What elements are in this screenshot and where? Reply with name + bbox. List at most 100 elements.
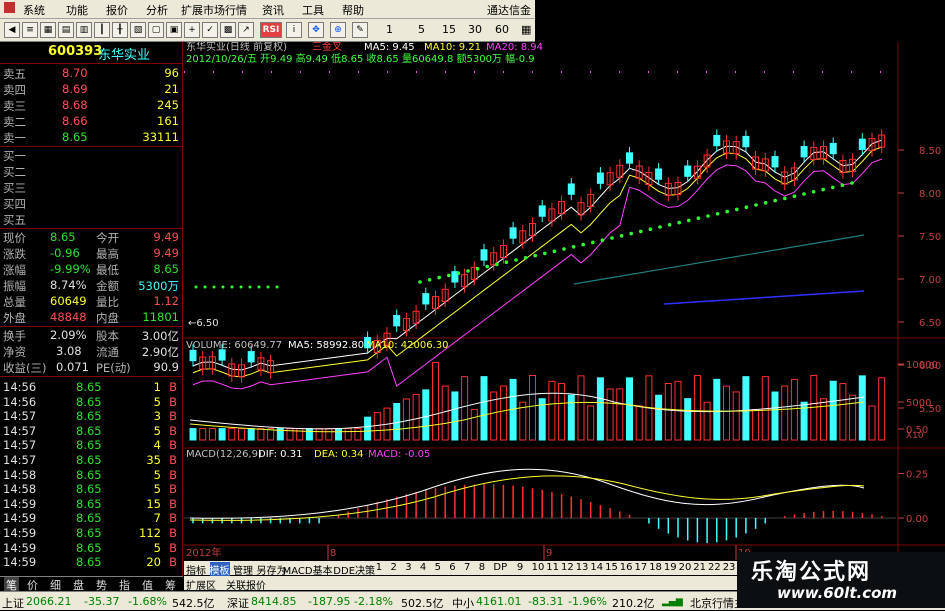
back-icon[interactable]: ◀ xyxy=(4,22,20,38)
rsi-button[interactable]: RSI xyxy=(260,22,282,38)
menu-news[interactable]: 资讯 xyxy=(262,2,284,18)
draw-icon[interactable]: ✎ xyxy=(352,22,368,38)
bottom-tab-28[interactable]: 22 xyxy=(708,562,721,573)
bottom-tab-25[interactable]: 19 xyxy=(664,562,677,573)
tick-volume: 4 xyxy=(153,438,161,453)
period-5-button[interactable]: 5 xyxy=(418,23,425,36)
bottom-tab-4[interactable]: MACD基本 xyxy=(283,562,333,577)
bottom-tab-29[interactable]: 23 xyxy=(723,562,736,573)
kline-icon[interactable]: ╂ xyxy=(112,22,128,38)
quote-row: 外盘 48848 内盘 11801 xyxy=(3,310,179,325)
bottom-tab-11[interactable]: 6 xyxy=(449,562,455,573)
period-30-button[interactable]: 30 xyxy=(468,23,482,36)
bottom-tab-18[interactable]: 12 xyxy=(561,562,574,573)
bottom-tab-2[interactable]: 管理 xyxy=(233,562,253,577)
table-row[interactable]: 14:57 8.65 5 B xyxy=(0,424,183,440)
volume-bar xyxy=(470,409,478,441)
table-row[interactable]: 14:59 8.65 15 B xyxy=(0,497,183,513)
bottom-tab-12[interactable]: 7 xyxy=(464,562,470,573)
bottom-tab-6[interactable]: 1 xyxy=(376,562,382,573)
ask-row[interactable]: 卖五 8.70 96 xyxy=(0,66,183,82)
ask-row[interactable]: 卖三 8.68 245 xyxy=(0,98,183,114)
kline-chart[interactable]: 8.508.007.507.006.506.005.501000050000.5… xyxy=(184,42,945,560)
bid-row[interactable]: 买二 xyxy=(0,164,183,180)
table-row[interactable]: 14:59 8.65 5 B xyxy=(0,541,183,557)
table-row[interactable]: 14:58 8.65 5 B xyxy=(0,482,183,498)
menu-extended-market[interactable]: 扩展市场行情 xyxy=(181,2,247,18)
bottom-tab-21[interactable]: 15 xyxy=(605,562,618,573)
volume-bar xyxy=(771,391,779,441)
list-icon[interactable]: ≡ xyxy=(22,22,38,38)
zoom-in-icon[interactable]: + xyxy=(184,22,200,38)
tick-time: 14:56 xyxy=(3,394,37,409)
window-icon[interactable]: ▢ xyxy=(148,22,164,38)
chart-icon[interactable]: ▤ xyxy=(58,22,74,38)
table-row[interactable]: 14:57 8.65 3 B xyxy=(0,409,183,425)
tick-side: B xyxy=(169,380,177,394)
bottom-tab-15[interactable]: 9 xyxy=(517,562,523,573)
ask-row[interactable]: 卖二 8.66 161 xyxy=(0,114,183,130)
bottom-tab-13[interactable]: 8 xyxy=(479,562,485,573)
bottom-tab-7[interactable]: 2 xyxy=(391,562,397,573)
candle-body xyxy=(189,349,197,362)
extension-tab-bar: 扩展区 关联报价 xyxy=(184,576,737,592)
bottom-tab-14[interactable]: DP xyxy=(493,562,507,573)
zoom-icon[interactable]: ⊕ xyxy=(330,22,346,38)
volume-bar xyxy=(878,377,886,441)
tab-extension-area[interactable]: 扩展区 xyxy=(186,577,216,592)
tick-icon[interactable]: ✓ xyxy=(202,22,218,38)
bottom-tab-10[interactable]: 5 xyxy=(435,562,441,573)
bottom-tab-5[interactable]: DDE决策 xyxy=(333,562,375,577)
period-1-button[interactable]: 1 xyxy=(386,23,393,36)
bottom-tab-27[interactable]: 21 xyxy=(693,562,706,573)
menu-tools[interactable]: 工具 xyxy=(302,2,324,18)
period-60-button[interactable]: 60 xyxy=(495,23,509,36)
bottom-tab-20[interactable]: 14 xyxy=(590,562,603,573)
bottom-tab-1[interactable]: 模板 xyxy=(209,562,230,577)
grid-icon[interactable]: ▦ xyxy=(40,22,56,38)
info-icon[interactable]: i xyxy=(286,22,302,38)
bottom-tab-0[interactable]: 指标 xyxy=(186,562,206,577)
bid-row[interactable]: 买一 xyxy=(0,148,183,164)
move-icon[interactable]: ✥ xyxy=(308,22,324,38)
more-periods-icon[interactable]: ▦ xyxy=(521,23,531,36)
bottom-tab-17[interactable]: 11 xyxy=(546,562,559,573)
app-icon[interactable] xyxy=(4,2,15,15)
table-row[interactable]: 14:57 8.65 4 B xyxy=(0,438,183,454)
table-row[interactable]: 14:56 8.65 1 B xyxy=(0,380,183,396)
menu-function[interactable]: 功能 xyxy=(66,2,88,18)
menu-help[interactable]: 帮助 xyxy=(342,2,364,18)
period-15-button[interactable]: 15 xyxy=(442,23,456,36)
bottom-tab-19[interactable]: 13 xyxy=(576,562,589,573)
sar-dot xyxy=(533,253,537,258)
tab-related-quotes[interactable]: 关联报价 xyxy=(226,577,266,592)
bid-row[interactable]: 买五 xyxy=(0,212,183,228)
bottom-tab-23[interactable]: 17 xyxy=(635,562,648,573)
ask-row[interactable]: 卖四 8.69 21 xyxy=(0,82,183,98)
ask-row[interactable]: 卖一 8.65 33111 xyxy=(0,130,183,146)
candle-icon[interactable]: ┃ xyxy=(94,22,110,38)
bottom-tab-26[interactable]: 20 xyxy=(679,562,692,573)
table-row[interactable]: 14:59 8.65 7 B xyxy=(0,511,183,527)
bottom-tab-22[interactable]: 16 xyxy=(620,562,633,573)
macd-dea-line xyxy=(189,475,865,521)
menu-quote[interactable]: 报价 xyxy=(106,2,128,18)
bottom-tab-9[interactable]: 4 xyxy=(420,562,426,573)
trend-icon[interactable]: ↗ xyxy=(238,22,254,38)
table-row[interactable]: 14:59 8.65 112 B xyxy=(0,526,183,542)
layout-icon[interactable]: ▣ xyxy=(166,22,182,38)
menu-analysis[interactable]: 分析 xyxy=(146,2,168,18)
table-row[interactable]: 14:57 8.65 35 B xyxy=(0,453,183,469)
tile-icon[interactable]: ▩ xyxy=(220,22,236,38)
table-icon[interactable]: ▧ xyxy=(130,22,146,38)
bottom-tab-8[interactable]: 3 xyxy=(405,562,411,573)
bottom-tab-16[interactable]: 10 xyxy=(532,562,545,573)
bottom-tab-24[interactable]: 18 xyxy=(649,562,662,573)
table-row[interactable]: 14:58 8.65 5 B xyxy=(0,468,183,484)
bid-row[interactable]: 买四 xyxy=(0,196,183,212)
menu-system[interactable]: 系统 xyxy=(23,2,45,18)
table-row[interactable]: 14:56 8.65 5 B xyxy=(0,395,183,411)
table-row[interactable]: 14:59 8.65 20 B xyxy=(0,555,183,571)
bid-row[interactable]: 买三 xyxy=(0,180,183,196)
bar-icon[interactable]: ▥ xyxy=(76,22,92,38)
